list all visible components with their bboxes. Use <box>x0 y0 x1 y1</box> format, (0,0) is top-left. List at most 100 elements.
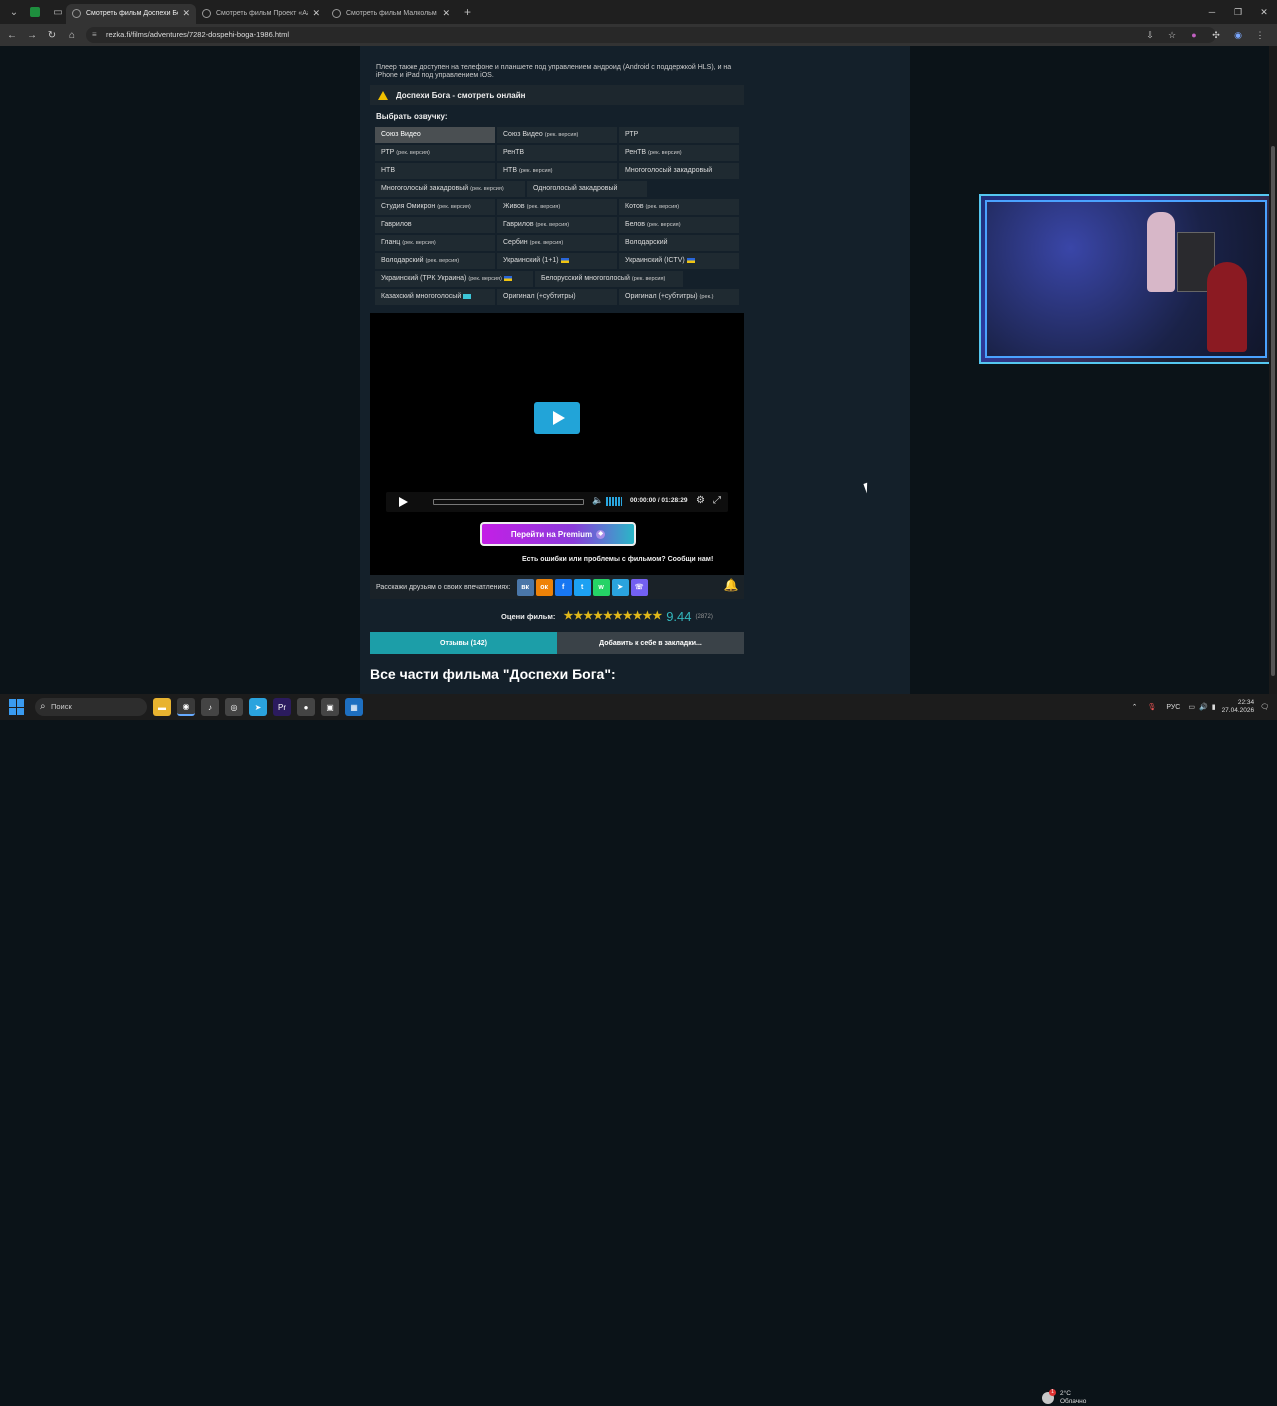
report-error-link[interactable]: Есть ошибки или проблемы с фильмом? Сооб… <box>522 556 713 563</box>
voice-option[interactable]: НТВ <box>375 163 495 179</box>
voice-option[interactable]: Котов (рек. версия) <box>619 199 739 215</box>
new-tab-button[interactable]: + <box>464 5 471 19</box>
vk-icon[interactable]: вк <box>516 578 534 596</box>
close-icon[interactable]: ✕ <box>312 8 320 19</box>
voice-option[interactable]: Казахский многоголосый <box>375 289 495 305</box>
whatsapp-icon[interactable]: w <box>592 578 610 596</box>
voice-option[interactable]: Союз Видео <box>375 127 495 143</box>
display-icon[interactable]: ▭ <box>1188 703 1195 711</box>
tab-reviews[interactable]: Отзывы (142) <box>370 632 557 654</box>
play-icon[interactable] <box>399 497 408 507</box>
voice-option[interactable]: Володарский <box>619 235 739 251</box>
star-icon[interactable]: ★ <box>563 611 573 622</box>
telegram-taskbar-icon[interactable]: ➤ <box>249 698 267 716</box>
voice-option[interactable]: Живов (рек. версия) <box>497 199 617 215</box>
star-icon[interactable]: ★ <box>613 611 623 622</box>
home-icon[interactable]: ⌂ <box>62 30 82 41</box>
start-icon[interactable] <box>9 699 25 715</box>
star-icon[interactable]: ★ <box>583 611 593 622</box>
volume-slider[interactable] <box>606 497 622 506</box>
voice-option[interactable]: Белов (рек. версия) <box>619 217 739 233</box>
voice-option[interactable]: Украинский (ICTV) <box>619 253 739 269</box>
site-info-icon[interactable]: ≡ <box>92 27 97 43</box>
menu-icon[interactable]: ⋮ <box>1249 30 1271 41</box>
maximize-icon[interactable]: ❐ <box>1225 0 1251 24</box>
profile-icon[interactable]: ◉ <box>1227 30 1249 41</box>
voice-option[interactable]: РенТВ (рек. версия) <box>619 145 739 161</box>
voice-option[interactable]: Гланц (рек. версия) <box>375 235 495 251</box>
chrome-icon[interactable]: ◉ <box>177 698 195 716</box>
language-indicator[interactable]: РУС <box>1166 704 1180 711</box>
voice-option[interactable]: Гаврилов <box>375 217 495 233</box>
settings-gear-icon[interactable]: ⚙ <box>696 495 705 506</box>
telegram-icon[interactable]: ➤ <box>611 578 629 596</box>
reload-icon[interactable]: ↻ <box>42 30 62 41</box>
page-scrollbar[interactable] <box>1269 46 1277 694</box>
star-icon[interactable]: ★ <box>633 611 643 622</box>
puzzle-icon[interactable]: ✣ <box>1205 30 1227 41</box>
volume-icon[interactable]: 🔈 <box>592 495 603 506</box>
voice-option[interactable]: Украинский (ТРК Украина) (рек. версия) <box>375 271 533 287</box>
close-icon[interactable]: ✕ <box>442 8 450 19</box>
voice-option[interactable]: Белорусский многоголосый (рек. версия) <box>535 271 683 287</box>
microphone-icon[interactable]: 🎙 <box>1147 703 1156 711</box>
tab-project[interactable]: Смотреть фильм Проект «Аа ✕ <box>196 4 326 24</box>
voice-option[interactable]: Многоголосый закадровый <box>619 163 739 179</box>
star-icon[interactable]: ★ <box>603 611 613 622</box>
bell-icon[interactable]: 🔔 <box>722 578 740 596</box>
premium-button[interactable]: Перейти на Premium ◆ <box>480 522 636 546</box>
rating-stars[interactable]: ★ ★ ★ ★ ★ ★ ★ ★ ★ ★ <box>563 611 662 622</box>
tab-dospehi-boga[interactable]: Смотреть фильм Доспехи Бога ✕ <box>66 3 196 24</box>
obs-icon[interactable]: ● <box>297 698 315 716</box>
video-player[interactable]: 🔈 00:00:00 / 01:28:29 ⚙ ⤢ Перейти на Pre… <box>370 313 744 599</box>
fullscreen-icon[interactable]: ⤢ <box>713 495 721 506</box>
big-play-button[interactable] <box>534 402 580 434</box>
twitter-icon[interactable]: t <box>573 578 591 596</box>
voice-option[interactable]: Гаврилов (рек. версия) <box>497 217 617 233</box>
tab-malcolm[interactable]: Смотреть фильм Малкольм и ✕ <box>326 4 456 24</box>
star-icon[interactable]: ★ <box>652 611 662 622</box>
tab-search-icon[interactable]: ⌄ <box>6 4 22 20</box>
voice-option[interactable]: РТР (рек. версия) <box>375 145 495 161</box>
star-icon[interactable]: ★ <box>573 611 583 622</box>
tab-bookmarks[interactable]: Добавить к себе в закладки... <box>557 632 744 654</box>
pinned-tab-icon[interactable]: ▭ <box>50 4 66 20</box>
scrollbar-thumb[interactable] <box>1271 146 1275 676</box>
progress-bar[interactable] <box>433 499 584 505</box>
voice-option[interactable]: Студия Омикрон (рек. версия) <box>375 199 495 215</box>
star-icon[interactable]: ★ <box>623 611 633 622</box>
tray-chevron-icon[interactable]: ⌃ <box>1132 703 1138 711</box>
bookmark-star-icon[interactable]: ☆ <box>1161 30 1183 41</box>
voice-option[interactable]: Оригинал (+субтитры) <box>497 289 617 305</box>
voice-option[interactable]: Многоголосый закадровый (рек. версия) <box>375 181 525 197</box>
ok-icon[interactable]: ок <box>535 578 553 596</box>
notification-icon[interactable]: 🗨 <box>1260 703 1269 711</box>
taskbar-search[interactable]: Поиск <box>35 698 147 716</box>
weather-widget[interactable]: 1 2°C Облачно <box>1042 1389 1086 1406</box>
viber-icon[interactable]: ☏ <box>630 578 648 596</box>
file-explorer-icon[interactable]: ▬ <box>153 698 171 716</box>
install-icon[interactable]: ⇩ <box>1139 30 1161 41</box>
voice-option[interactable]: Володарский (рек. версия) <box>375 253 495 269</box>
clock[interactable]: 22:34 27.04.2026 <box>1222 699 1255 715</box>
back-icon[interactable]: ← <box>2 30 22 41</box>
voice-option[interactable]: Оригинал (+субтитры) (рек.) <box>619 289 739 305</box>
voice-option[interactable]: Союз Видео (рек. версия) <box>497 127 617 143</box>
url-field[interactable]: ≡ rezka.fi/films/adventures/7282-dospehi… <box>86 27 1216 43</box>
forward-icon[interactable]: → <box>22 30 42 41</box>
app-icon[interactable]: ◎ <box>225 698 243 716</box>
extension-icon[interactable]: ● <box>1183 30 1205 40</box>
premiere-icon[interactable]: Pr <box>273 698 291 716</box>
music-icon[interactable]: ♪ <box>201 698 219 716</box>
voice-option[interactable]: Сербин (рек. версия) <box>497 235 617 251</box>
voice-option[interactable]: РенТВ <box>497 145 617 161</box>
close-icon[interactable]: ✕ <box>182 8 190 19</box>
facebook-icon[interactable]: f <box>554 578 572 596</box>
voice-option[interactable]: Одноголосый закадровый <box>527 181 647 197</box>
battery-icon[interactable]: ▮ <box>1212 703 1216 711</box>
star-icon[interactable]: ★ <box>593 611 603 622</box>
voice-option[interactable]: НТВ (рек. версия) <box>497 163 617 179</box>
voice-option[interactable]: РТР <box>619 127 739 143</box>
close-window-icon[interactable]: ✕ <box>1251 0 1277 24</box>
sheets-pinned-icon[interactable] <box>30 7 40 17</box>
